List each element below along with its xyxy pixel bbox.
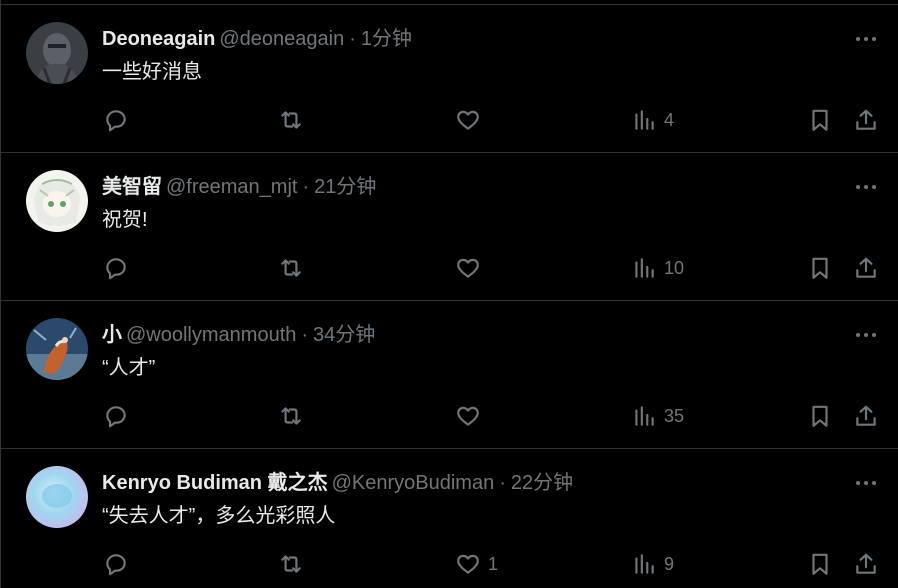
share-button[interactable]: [853, 547, 879, 581]
reply-button[interactable]: [103, 251, 136, 285]
heart-icon: [455, 107, 481, 133]
tweet-actions: 1 9: [1, 547, 898, 581]
more-horizontal-icon[interactable]: [853, 325, 879, 345]
views-button[interactable]: 9: [631, 547, 674, 581]
display-name[interactable]: 小: [102, 324, 122, 346]
bookmark-icon: [807, 255, 833, 281]
avatar[interactable]: [26, 170, 88, 232]
like-button[interactable]: [455, 251, 488, 285]
like-button[interactable]: 1: [455, 547, 498, 581]
tweet-actions: 10: [1, 251, 898, 285]
reply-bubble-icon: [103, 551, 129, 577]
more-horizontal-icon[interactable]: [853, 473, 879, 493]
retweet-button[interactable]: [278, 399, 311, 433]
heart-icon: [455, 403, 481, 429]
timestamp[interactable]: 34分钟: [313, 324, 375, 346]
view-count: 35: [664, 405, 685, 426]
reply-button[interactable]: [103, 547, 136, 581]
retweet-icon: [278, 255, 304, 281]
tweet-header: 小 @woollymanmouth · 34分钟: [102, 322, 839, 348]
bar-chart-icon: [631, 403, 657, 429]
reply-bubble-icon: [103, 255, 129, 281]
views-button[interactable]: 4: [631, 103, 674, 137]
views-button[interactable]: 10: [631, 251, 684, 285]
tweet-card[interactable]: 小 @woollymanmouth · 34分钟 “人才” 35: [1, 301, 898, 449]
bookmark-button[interactable]: [807, 399, 833, 433]
tweet-card[interactable]: 美智留 @freeman_mjt · 21分钟 祝贺! 10: [1, 153, 898, 301]
timestamp[interactable]: 21分钟: [314, 176, 376, 198]
tweet-card[interactable]: Deoneagain @deoneagain · 1分钟 一些好消息 4: [1, 5, 898, 153]
like-button[interactable]: [455, 399, 488, 433]
separator-dot: ·: [349, 28, 356, 50]
retweet-button[interactable]: [278, 547, 311, 581]
bookmark-icon: [807, 403, 833, 429]
view-count: 10: [664, 257, 685, 278]
view-count: 4: [664, 109, 675, 130]
reply-button[interactable]: [103, 399, 136, 433]
bookmark-button[interactable]: [807, 547, 833, 581]
separator-dot: ·: [499, 472, 506, 494]
more-horizontal-icon[interactable]: [853, 29, 879, 49]
bar-chart-icon: [631, 255, 657, 281]
bookmark-icon: [807, 551, 833, 577]
more-horizontal-icon[interactable]: [853, 177, 879, 197]
separator-dot: ·: [302, 176, 310, 198]
handle[interactable]: @deoneagain: [219, 28, 344, 50]
views-button[interactable]: 35: [631, 399, 684, 433]
tweet-text: 一些好消息: [102, 61, 202, 83]
tweet-actions: 4: [1, 103, 898, 137]
tweet-text: “人才”: [102, 357, 156, 379]
bookmark-icon: [807, 107, 833, 133]
share-upload-icon: [853, 551, 879, 577]
like-count: 1: [488, 553, 499, 574]
tweet-header: Kenryo Budiman 戴之杰 @KenryoBudiman · 22分钟: [102, 470, 839, 496]
retweet-icon: [278, 403, 304, 429]
share-button[interactable]: [853, 251, 879, 285]
display-name[interactable]: Deoneagain: [102, 28, 215, 50]
bar-chart-icon: [631, 107, 657, 133]
tweet-actions: 35: [1, 399, 898, 433]
avatar[interactable]: [26, 22, 88, 84]
retweet-icon: [278, 551, 304, 577]
bar-chart-icon: [631, 551, 657, 577]
avatar[interactable]: [26, 466, 88, 528]
share-button[interactable]: [853, 103, 879, 137]
reply-button[interactable]: [103, 103, 136, 137]
timeline-feed: Deoneagain @deoneagain · 1分钟 一些好消息 4 美智留…: [0, 0, 898, 588]
share-upload-icon: [853, 403, 879, 429]
tweet-header: Deoneagain @deoneagain · 1分钟: [102, 26, 839, 52]
tweet-text: 祝贺!: [102, 209, 148, 231]
view-count: 9: [664, 553, 675, 574]
separator-dot: ·: [301, 324, 309, 346]
handle[interactable]: @freeman_mjt: [166, 176, 297, 198]
display-name[interactable]: Kenryo Budiman 戴之杰: [102, 472, 328, 494]
heart-icon: [455, 255, 481, 281]
like-button[interactable]: [455, 103, 488, 137]
avatar[interactable]: [26, 318, 88, 380]
heart-icon: [455, 551, 481, 577]
retweet-button[interactable]: [278, 251, 311, 285]
bookmark-button[interactable]: [807, 103, 833, 137]
bookmark-button[interactable]: [807, 251, 833, 285]
display-name[interactable]: 美智留: [102, 176, 162, 198]
share-upload-icon: [853, 255, 879, 281]
handle[interactable]: @KenryoBudiman: [332, 472, 495, 494]
share-button[interactable]: [853, 399, 879, 433]
retweet-icon: [278, 107, 304, 133]
handle[interactable]: @woollymanmouth: [126, 324, 296, 346]
tweet-header: 美智留 @freeman_mjt · 21分钟: [102, 174, 839, 200]
share-upload-icon: [853, 107, 879, 133]
tweet-card[interactable]: Kenryo Budiman 戴之杰 @KenryoBudiman · 22分钟 “失…: [1, 449, 898, 588]
reply-bubble-icon: [103, 403, 129, 429]
tweet-text: “失去人才”，多么光彩照人: [102, 505, 336, 527]
timestamp[interactable]: 1分钟: [361, 28, 412, 50]
timestamp[interactable]: 22分钟: [511, 472, 573, 494]
retweet-button[interactable]: [278, 103, 311, 137]
reply-bubble-icon: [103, 107, 129, 133]
